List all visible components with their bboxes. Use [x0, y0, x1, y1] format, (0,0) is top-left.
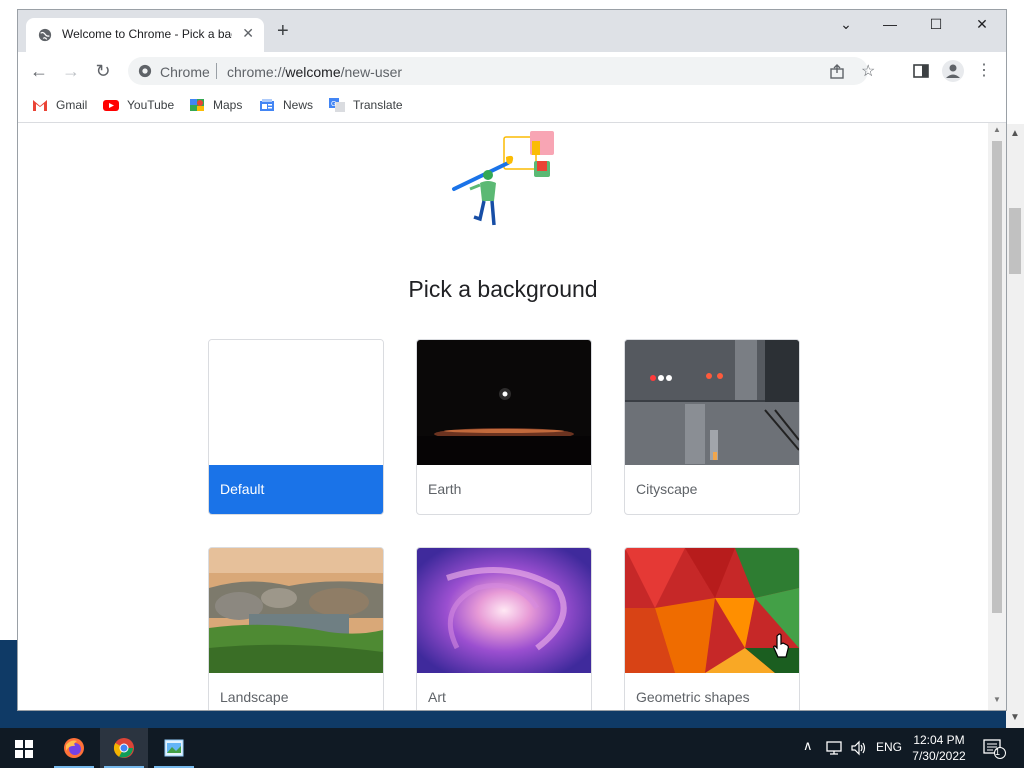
option-label-bar: Earth: [417, 465, 591, 514]
close-window-button[interactable]: ✕: [960, 16, 1004, 33]
option-label: Geometric shapes: [636, 689, 750, 705]
gmail-icon: [33, 100, 47, 111]
taskbar: ∧ ENG 12:04 PM 7/30/2022 1: [0, 728, 1024, 768]
maps-icon: [190, 99, 204, 111]
option-label-bar: Cityscape: [625, 465, 799, 514]
option-label: Default: [220, 481, 265, 497]
tab-search-chevron-icon[interactable]: ⌄: [824, 16, 868, 33]
minimize-button[interactable]: —: [868, 16, 912, 32]
option-label: Art: [428, 689, 446, 705]
news-icon: [260, 99, 274, 111]
bookmark-star-icon[interactable]: ☆: [861, 61, 875, 81]
background-scrollbar-thumb[interactable]: [1009, 208, 1021, 274]
background-option-geometric-shapes[interactable]: Geometric shapes: [624, 547, 800, 710]
option-label-bar: Landscape: [209, 673, 383, 710]
clock-time: 12:04 PM: [913, 733, 965, 747]
background-option-default[interactable]: Default: [208, 339, 384, 515]
back-button[interactable]: ←: [28, 60, 50, 82]
scroll-up-arrow-icon[interactable]: ▲: [1010, 128, 1020, 139]
toolbar: ← → ↻ Chrome chrome://welcome/new-user ☆: [18, 52, 1006, 90]
firefox-icon: [64, 738, 84, 758]
option-label: Cityscape: [636, 481, 698, 497]
background-scrollbar[interactable]: ▲ ▼: [1006, 124, 1024, 728]
notification-count: 1: [995, 747, 1001, 757]
url-host: welcome: [285, 64, 341, 80]
profile-avatar-icon[interactable]: [942, 60, 964, 82]
option-label-bar: Geometric shapes: [625, 673, 799, 710]
background-option-art[interactable]: Art: [416, 547, 592, 710]
option-label: Landscape: [220, 689, 289, 705]
omnibox-separator: [216, 63, 217, 79]
forward-button[interactable]: →: [60, 60, 82, 82]
tab-title: Welcome to Chrome - Pick a background: [62, 27, 232, 41]
taskbar-firefox[interactable]: [50, 728, 98, 768]
chrome-site-icon: [138, 64, 152, 78]
bookmark-label: Gmail: [56, 98, 88, 112]
tab-welcome[interactable]: Welcome to Chrome - Pick a background ✕: [26, 18, 264, 52]
language-indicator[interactable]: ENG: [876, 740, 902, 754]
maximize-button[interactable]: ☐: [914, 16, 958, 33]
picture-viewer-icon: [164, 739, 184, 757]
option-label-bar: Default: [209, 465, 383, 514]
earth-thumbnail: [417, 340, 591, 465]
bookmarks-bar: Gmail YouTube Maps News G Translate: [18, 90, 1006, 123]
landscape-thumbnail: [209, 548, 383, 673]
globe-icon: [38, 28, 52, 42]
clock[interactable]: 12:04 PM 7/30/2022: [900, 732, 978, 764]
menu-kebab-icon[interactable]: ⋮: [973, 60, 995, 82]
chrome-window: Welcome to Chrome - Pick a background ✕ …: [18, 10, 1006, 710]
tray-chevron-icon[interactable]: ∧: [803, 738, 813, 754]
hand-cursor-icon: [773, 633, 789, 658]
address-bar[interactable]: Chrome chrome://welcome/new-user ☆: [128, 57, 875, 85]
page-scrollbar-thumb[interactable]: [992, 141, 1002, 613]
chrome-icon: [113, 738, 134, 758]
bookmark-label: Maps: [213, 98, 243, 112]
scroll-down-arrow-icon[interactable]: ▼: [1010, 712, 1020, 723]
share-icon[interactable]: [828, 62, 846, 80]
translate-icon: G: [329, 98, 345, 112]
cityscape-thumbnail: [625, 340, 799, 465]
url-prefix: chrome://: [227, 64, 286, 80]
bookmark-label: Translate: [353, 98, 403, 112]
bookmark-label: YouTube: [127, 98, 175, 112]
clock-date: 7/30/2022: [912, 749, 966, 763]
bookmark-label: News: [283, 98, 314, 112]
volume-icon[interactable]: [850, 740, 868, 756]
painter-illustration: [452, 131, 554, 226]
tab-close-icon[interactable]: ✕: [242, 25, 254, 42]
page-title: Pick a background: [408, 276, 598, 302]
default-thumbnail: [209, 340, 383, 465]
background-option-landscape[interactable]: Landscape: [208, 547, 384, 710]
new-tab-button[interactable]: +: [277, 21, 289, 41]
site-chip-label: Chrome: [160, 64, 210, 80]
windows-start-icon[interactable]: [15, 740, 33, 758]
reload-button[interactable]: ↻: [92, 60, 114, 82]
art-thumbnail: [417, 548, 591, 673]
network-icon[interactable]: [826, 740, 844, 756]
side-panel-icon[interactable]: [912, 62, 930, 80]
background-option-earth[interactable]: Earth: [416, 339, 592, 515]
youtube-icon: [103, 100, 119, 111]
scroll-down-arrow-icon[interactable]: ▼: [993, 695, 1001, 704]
url-path: /new-user: [340, 64, 403, 80]
scroll-up-arrow-icon[interactable]: ▲: [993, 125, 1001, 134]
url-text[interactable]: chrome://welcome/new-user: [227, 64, 402, 80]
taskbar-app[interactable]: [150, 728, 198, 768]
title-bar[interactable]: Welcome to Chrome - Pick a background ✕ …: [18, 10, 1006, 52]
taskbar-chrome[interactable]: [100, 728, 148, 768]
background-option-cityscape[interactable]: Cityscape: [624, 339, 800, 515]
page-content: Pick a background Default Earth Cityscap…: [18, 123, 988, 710]
option-label-bar: Art: [417, 673, 591, 710]
page-scrollbar[interactable]: ▲ ▼: [988, 123, 1006, 710]
option-label: Earth: [428, 481, 462, 497]
svg-text:G: G: [331, 101, 336, 108]
